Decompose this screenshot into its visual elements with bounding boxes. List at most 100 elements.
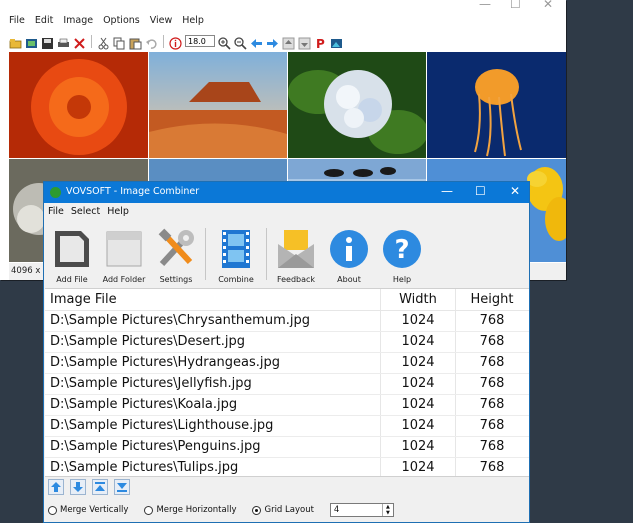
grid-columns-spinner[interactable]: 4 ▲ ▼ [329,503,394,517]
combine-button[interactable]: Combine [208,224,264,284]
paint-icon[interactable]: P [314,35,327,51]
arrow-top-icon [95,482,105,491]
maximize-icon[interactable]: ☐ [510,0,521,11]
menu-image[interactable]: Image [63,15,93,31]
column-header-image-file[interactable]: Image File [45,289,381,310]
print-icon[interactable] [57,35,70,48]
cell-file: D:\Sample Pictures\Lighthouse.jpg [45,416,381,436]
paste-icon[interactable] [129,35,142,49]
cell-width: 1024 [381,332,456,352]
spinner-arrows-icon[interactable]: ▲ ▼ [381,504,393,516]
app-menubar: File Select Help [48,206,129,217]
jellyfish-photo [427,52,566,158]
menu-select[interactable]: Select [71,206,100,217]
info-icon [330,230,368,268]
cell-file: D:\Sample Pictures\Koala.jpg [45,395,381,415]
move-to-top-button[interactable] [92,479,108,495]
menu-file[interactable]: File [9,15,25,31]
menu-file[interactable]: File [48,206,64,217]
grid-layout-radio[interactable] [252,505,262,515]
cut-icon[interactable] [97,35,110,49]
table-row[interactable]: D:\Sample Pictures\Jellyfish.jpg 1024 76… [45,374,529,395]
app-icon [50,187,61,198]
merge-vertically-option[interactable]: Merge Vertically [48,505,128,515]
move-up-button[interactable] [48,479,64,495]
arrow-right-icon[interactable] [266,35,279,48]
table-row[interactable]: D:\Sample Pictures\Koala.jpg 1024 768 [45,395,529,416]
add-folder-label: Add Folder [102,275,146,284]
merge-horizontally-option[interactable]: Merge Horizontally [144,505,236,515]
cell-height: 768 [479,313,505,328]
close-icon[interactable]: ✕ [543,0,553,11]
cell-height: 768 [479,397,505,412]
delete-icon[interactable] [73,35,86,49]
app-title: VOVSOFT - Image Combiner [66,186,200,197]
merge-vertically-radio[interactable] [48,505,57,515]
minimize-icon[interactable]: — [479,0,491,11]
app-titlebar[interactable]: VOVSOFT - Image Combiner — ☐ ✕ [44,182,529,203]
zoom-in-icon[interactable] [218,35,231,50]
arrow-left-icon[interactable] [250,35,263,48]
undo-icon[interactable] [145,35,158,49]
tools-icon [158,228,194,267]
cell-width: 1024 [381,458,456,476]
add-folder-button[interactable]: Add Folder [96,224,152,284]
thumbnails-icon[interactable] [25,35,38,48]
grid-layout-option[interactable]: Grid Layout [252,505,314,515]
close-icon[interactable]: ✕ [510,184,520,198]
reorder-buttons [48,479,130,495]
table-row[interactable]: D:\Sample Pictures\Penguins.jpg 1024 768 [45,437,529,458]
merge-horizontally-label: Merge Horizontally [156,505,237,515]
menu-help[interactable]: Help [107,206,129,217]
viewer-toolbar: 18.0 P [9,32,566,51]
settings-button[interactable]: Settings [148,224,204,284]
combine-label: Combine [218,275,254,284]
column-header-height[interactable]: Height [456,289,528,310]
open-icon[interactable] [9,35,22,48]
menu-options[interactable]: Options [103,15,140,31]
table-row[interactable]: D:\Sample Pictures\Chrysanthemum.jpg 102… [45,311,529,332]
hydrangeas-photo [288,52,426,158]
help-icon: ? [383,230,421,268]
merge-vertically-label: Merge Vertically [60,505,129,515]
menu-edit[interactable]: Edit [35,15,53,31]
menu-view[interactable]: View [150,15,173,31]
cell-file: D:\Sample Pictures\Penguins.jpg [45,437,381,457]
about-button[interactable]: About [321,224,377,284]
move-to-bottom-button[interactable] [114,479,130,495]
add-file-label: Add File [56,275,88,284]
column-header-width[interactable]: Width [381,289,456,310]
cell-height: 768 [479,439,505,454]
table-row[interactable]: D:\Sample Pictures\Lighthouse.jpg 1024 7… [45,416,529,437]
move-bottom-icon[interactable] [298,35,311,49]
merge-horizontally-radio[interactable] [144,505,154,515]
minimize-icon[interactable]: — [441,184,453,198]
desert-photo [149,52,287,158]
menu-help[interactable]: Help [182,15,204,31]
cell-height: 768 [479,418,505,433]
move-down-button[interactable] [70,479,86,495]
ribbon-toolbar: Add File Add Folder Settings Combine Fee… [44,222,529,286]
screenshot-icon[interactable] [330,35,343,48]
maximize-icon[interactable]: ☐ [475,184,486,198]
cell-width: 1024 [381,374,456,394]
save-icon[interactable] [41,35,54,49]
help-button[interactable]: ? Help [374,224,430,284]
info-icon[interactable] [169,35,182,50]
cell-file: D:\Sample Pictures\Tulips.jpg [45,458,381,476]
svg-text:?: ? [394,235,409,265]
table-row[interactable]: D:\Sample Pictures\Hydrangeas.jpg 1024 7… [45,353,529,374]
cell-height: 768 [479,376,505,391]
zoom-select[interactable]: 18.0 [185,35,215,47]
table-row[interactable]: D:\Sample Pictures\Desert.jpg 1024 768 [45,332,529,353]
ribbon-divider [205,228,206,280]
feedback-button[interactable]: Feedback [268,224,324,284]
add-file-button[interactable]: Add File [44,224,100,284]
cell-file: D:\Sample Pictures\Hydrangeas.jpg [45,353,381,373]
image-file-list[interactable]: Image File Width Height D:\Sample Pictur… [45,288,529,477]
copy-icon[interactable] [113,35,126,49]
toolbar-divider [163,34,164,48]
table-row[interactable]: D:\Sample Pictures\Tulips.jpg 1024 768 [45,458,529,476]
move-top-icon[interactable] [282,35,295,49]
zoom-out-icon[interactable] [234,35,247,50]
